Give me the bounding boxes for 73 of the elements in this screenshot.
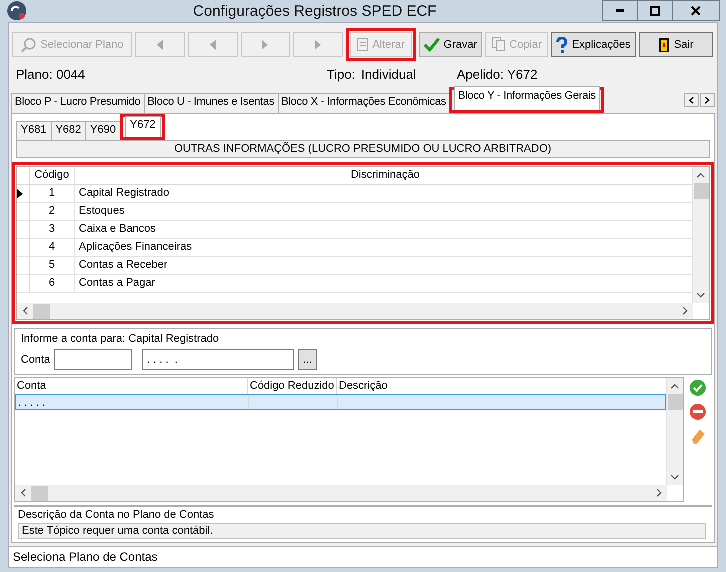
table-cell: 6 (30, 275, 75, 292)
input-field[interactable]: . . . . . (142, 349, 294, 370)
type-label: Tipo: (327, 66, 356, 82)
vertical-scrollbar[interactable] (692, 167, 709, 303)
table-cell-text: Caixa e Bancos (78, 222, 158, 237)
status-bar: Seleciona Plano de Contas (9, 546, 717, 567)
input-field[interactable] (54, 349, 132, 370)
chevron-right-icon (705, 96, 710, 104)
table-cell: 3 (30, 221, 75, 238)
document-icon (356, 38, 369, 52)
description-text: Este Tópico requer uma conta contábil. (18, 523, 706, 539)
row-indicator-cell[interactable] (17, 185, 30, 202)
close-button[interactable] (672, 0, 720, 21)
table-cell-text: Contas a Receber (78, 258, 169, 273)
table-row[interactable]: . . . . . (15, 394, 666, 410)
column-header[interactable]: Discriminação (75, 167, 692, 184)
tab-scroll-right-button[interactable] (700, 93, 715, 107)
tab[interactable]: Bloco P - Lucro Presumido (11, 93, 145, 113)
right-triangle-icon (314, 40, 321, 50)
table-cell: 2 (30, 203, 75, 220)
right-triangle-icon (262, 40, 268, 50)
eraser-icon (689, 427, 707, 445)
table-cell-text: Aplicações Financeiras (78, 240, 194, 255)
row-pointer-icon (17, 188, 23, 198)
table-cell-text: Capital Registrado (78, 186, 170, 201)
horizontal-scrollbar[interactable] (17, 303, 693, 319)
table-cell-text: Estoques (78, 204, 126, 219)
tab[interactable]: Y672 (125, 116, 161, 137)
scroll-thumb[interactable] (668, 394, 682, 410)
tab[interactable]: Y682 (50, 121, 86, 140)
door-icon (658, 36, 670, 52)
table-cell-text: Contas a Pagar (78, 276, 156, 291)
maximize-button[interactable] (637, 0, 673, 21)
scroll-thumb[interactable] (33, 304, 50, 318)
window-title: Configurações Registros SPED ECF (192, 2, 438, 20)
minimize-button[interactable] (602, 0, 638, 21)
tab[interactable]: Bloco Y - Informações Gerais (454, 86, 600, 110)
field-label: Conta (21, 354, 50, 366)
tab-scroll-left-button[interactable] (684, 93, 699, 107)
column-header[interactable]: Código (30, 167, 75, 184)
toolbar-button[interactable]: Gravar (418, 32, 482, 57)
description-label: Descrição da Conta no Plano de Contas (18, 509, 216, 521)
table-cell: 1 (30, 185, 75, 202)
alias-label: Apelido: Y672 (457, 66, 538, 82)
scroll-thumb[interactable] (31, 486, 48, 500)
horizontal-scrollbar[interactable] (15, 485, 667, 501)
minimize-icon (616, 9, 624, 12)
section-header: OUTRAS INFORMAÇÕES (LUCRO PRESUMIDO OU LUCRO ARBITRADO) (16, 140, 710, 158)
table-cell: 4 (30, 239, 75, 256)
chevron-left-icon (689, 96, 694, 104)
maximize-icon (650, 6, 660, 16)
table-cell: 5 (30, 257, 75, 274)
plan-label: Plano: 0044 (16, 66, 86, 82)
tab[interactable]: Y690 (85, 121, 122, 140)
left-triangle-icon (157, 40, 164, 50)
type-value: Individual (361, 66, 416, 82)
prompt-label: Informe a conta para: Capital Registrado (21, 333, 220, 345)
scroll-thumb[interactable] (694, 183, 708, 199)
toolbar-button[interactable]: Explicações (551, 32, 636, 57)
close-icon (691, 6, 701, 16)
copy-icon (492, 37, 506, 52)
app-logo-icon (7, 1, 27, 21)
left-triangle-icon (210, 40, 216, 50)
remove-icon (689, 403, 707, 421)
confirm-icon (689, 379, 707, 397)
tab[interactable]: Y681 (16, 121, 52, 140)
search-icon (20, 36, 37, 52)
browse-button[interactable]: ... (298, 349, 318, 370)
vertical-scrollbar[interactable] (666, 378, 683, 485)
toolbar-button[interactable]: Sair (638, 32, 714, 57)
checkmark-icon (424, 36, 440, 52)
column-header[interactable]: Descrição (337, 378, 666, 394)
question-mark-icon (556, 36, 568, 52)
